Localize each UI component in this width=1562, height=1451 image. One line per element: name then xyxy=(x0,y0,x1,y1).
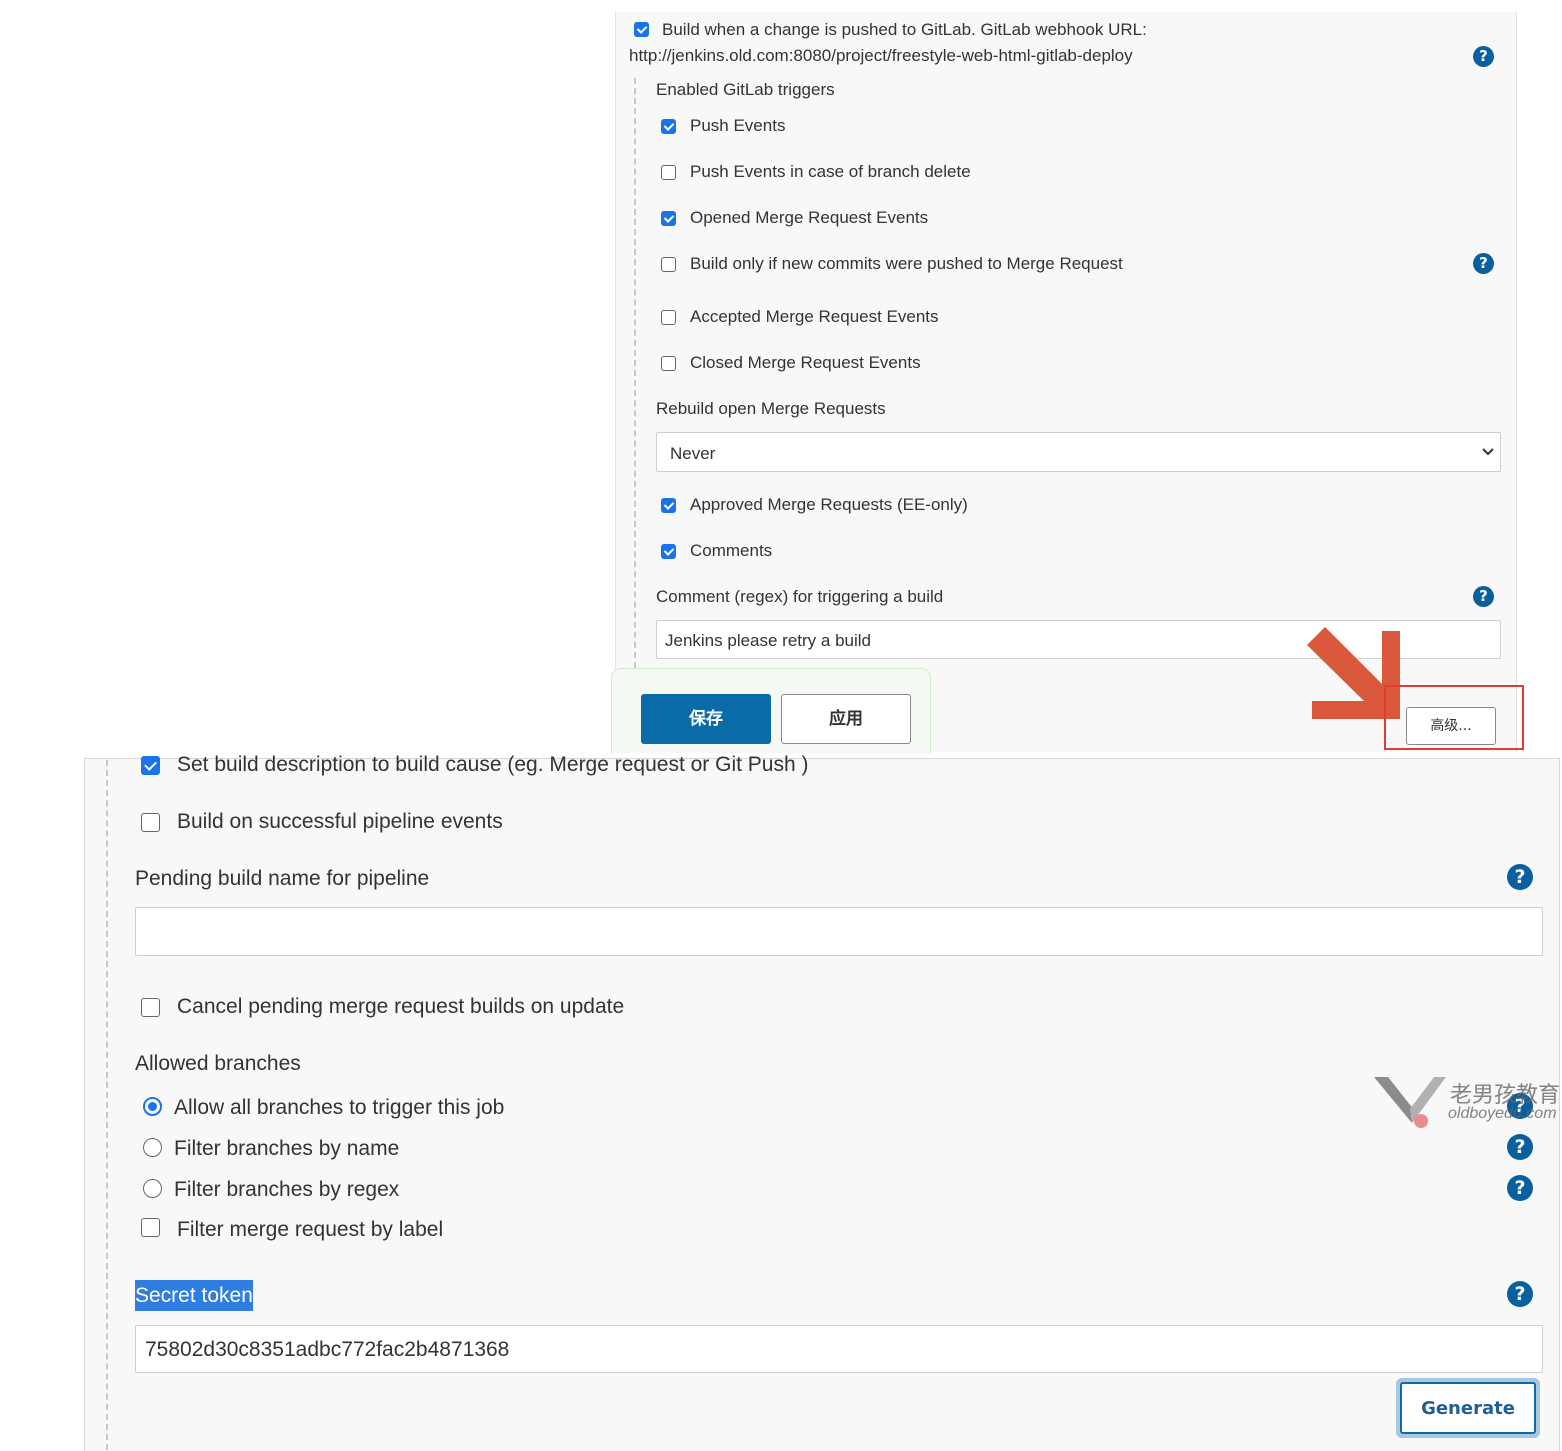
watermark-brand-url: oldboyedu.com xyxy=(1448,1105,1557,1122)
cancel-pending-label: Cancel pending merge request builds on u… xyxy=(177,995,625,1018)
filter-by-label-checkbox[interactable] xyxy=(141,1218,160,1237)
accepted-mr-label: Accepted Merge Request Events xyxy=(690,307,939,326)
allow-all-branches-label: Allow all branches to trigger this job xyxy=(174,1096,505,1119)
allow-all-branches-radio[interactable] xyxy=(143,1097,162,1116)
comment-regex-value: Jenkins please retry a build xyxy=(665,631,872,650)
apply-button[interactable]: 应用 xyxy=(781,694,911,744)
pending-name-input[interactable] xyxy=(135,907,1543,956)
new-commits-mr-label: Build only if new commits were pushed to… xyxy=(690,254,1123,273)
build-on-push-checkbox[interactable] xyxy=(634,22,649,37)
enabled-triggers-heading: Enabled GitLab triggers xyxy=(656,80,835,99)
approved-mr-label: Approved Merge Requests (EE-only) xyxy=(690,495,968,514)
pending-name-label: Pending build name for pipeline xyxy=(135,867,430,890)
section-divider xyxy=(106,760,108,1450)
help-icon[interactable]: ? xyxy=(1507,864,1533,890)
help-icon[interactable]: ? xyxy=(1507,1281,1533,1307)
set-description-label: Set build description to build cause (eg… xyxy=(177,753,809,776)
help-icon[interactable]: ? xyxy=(1473,46,1494,67)
new-commits-mr-checkbox[interactable] xyxy=(661,257,676,272)
rebuild-open-mr-select[interactable]: Never xyxy=(656,432,1501,472)
watermark-v-icon xyxy=(1374,1077,1446,1128)
comment-regex-label: Comment (regex) for triggering a build xyxy=(656,587,944,606)
rebuild-open-mr-label: Rebuild open Merge Requests xyxy=(656,399,886,418)
rebuild-open-mr-value: Never xyxy=(670,444,716,463)
push-events-checkbox[interactable] xyxy=(661,119,676,134)
filter-by-regex-label: Filter branches by regex xyxy=(174,1178,400,1201)
save-button[interactable]: 保存 xyxy=(641,694,771,744)
opened-mr-checkbox[interactable] xyxy=(661,211,676,226)
section-divider xyxy=(634,78,636,668)
set-description-checkbox[interactable] xyxy=(141,756,160,775)
filter-by-regex-radio[interactable] xyxy=(143,1179,162,1198)
webhook-url: http://jenkins.old.com:8080/project/free… xyxy=(629,46,1133,65)
push-events-label: Push Events xyxy=(690,116,786,135)
pipeline-events-checkbox[interactable] xyxy=(141,813,160,832)
allowed-branches-heading: Allowed branches xyxy=(135,1052,301,1075)
generate-button[interactable]: Generate xyxy=(1400,1382,1536,1434)
comments-checkbox[interactable] xyxy=(661,544,676,559)
approved-mr-checkbox[interactable] xyxy=(661,498,676,513)
closed-mr-checkbox[interactable] xyxy=(661,356,676,371)
accepted-mr-checkbox[interactable] xyxy=(661,310,676,325)
cancel-pending-checkbox[interactable] xyxy=(141,998,160,1017)
push-branch-delete-checkbox[interactable] xyxy=(661,165,676,180)
chevron-down-icon xyxy=(1482,448,1494,456)
opened-mr-label: Opened Merge Request Events xyxy=(690,208,929,227)
help-icon[interactable]: ? xyxy=(1473,586,1494,607)
secret-token-input[interactable]: 75802d30c8351adbc772fac2b4871368 xyxy=(135,1325,1543,1373)
help-icon[interactable]: ? xyxy=(1473,253,1494,274)
secret-token-value: 75802d30c8351adbc772fac2b4871368 xyxy=(145,1338,510,1361)
pipeline-events-label: Build on successful pipeline events xyxy=(177,810,503,833)
filter-by-name-radio[interactable] xyxy=(143,1138,162,1157)
closed-mr-label: Closed Merge Request Events xyxy=(690,353,921,372)
filter-by-name-label: Filter branches by name xyxy=(174,1137,400,1160)
push-branch-delete-label: Push Events in case of branch delete xyxy=(690,162,971,181)
help-icon[interactable]: ? xyxy=(1507,1175,1533,1201)
watermark-logo: 老男孩教育 oldboyedu.com xyxy=(1372,1075,1560,1133)
help-icon[interactable]: ? xyxy=(1507,1134,1533,1160)
advanced-button[interactable]: 高级... xyxy=(1406,707,1496,745)
secret-token-label: Secret token xyxy=(135,1280,253,1311)
filter-by-label-label: Filter merge request by label xyxy=(177,1218,444,1241)
build-on-push-label: Build when a change is pushed to GitLab.… xyxy=(662,20,1147,39)
comments-label: Comments xyxy=(690,541,773,560)
